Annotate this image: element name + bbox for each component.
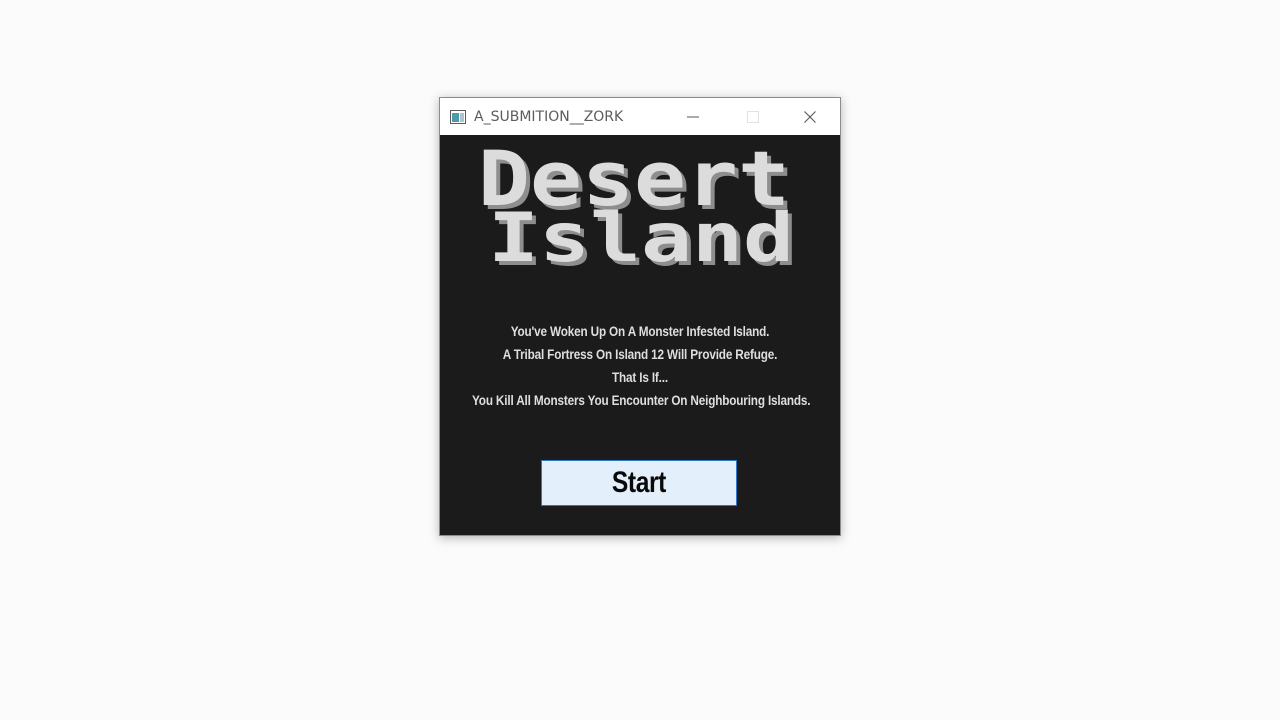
- desktop: A_SUBMITION__ZORK Desert Desert Island I…: [0, 0, 1280, 720]
- story-line: That Is If...: [612, 369, 668, 385]
- story-line: You Kill All Monsters You Encounter On N…: [472, 392, 811, 408]
- minimize-button[interactable]: [670, 98, 716, 135]
- game-panel: Desert Desert Island Island You've Woken…: [440, 135, 840, 535]
- logo-line2: Island: [488, 199, 794, 267]
- start-button[interactable]: Start: [541, 460, 737, 506]
- minimize-icon: [687, 116, 699, 117]
- story-text: You've Woken Up On A Monster Infested Is…: [472, 320, 811, 412]
- app-window: A_SUBMITION__ZORK Desert Desert Island I…: [439, 97, 841, 536]
- story-line: You've Woken Up On A Monster Infested Is…: [510, 323, 770, 339]
- start-button-label: Start: [611, 466, 666, 499]
- maximize-icon: [747, 110, 759, 123]
- maximize-button[interactable]: [730, 98, 776, 135]
- title-bar[interactable]: A_SUBMITION__ZORK: [440, 98, 840, 135]
- story-line: A Tribal Fortress On Island 12 Will Prov…: [502, 346, 778, 362]
- app-icon: [450, 109, 466, 124]
- game-logo: Desert Desert Island Island: [478, 139, 798, 267]
- close-icon: [804, 110, 816, 123]
- window-title: A_SUBMITION__ZORK: [474, 108, 624, 125]
- close-button[interactable]: [787, 98, 833, 135]
